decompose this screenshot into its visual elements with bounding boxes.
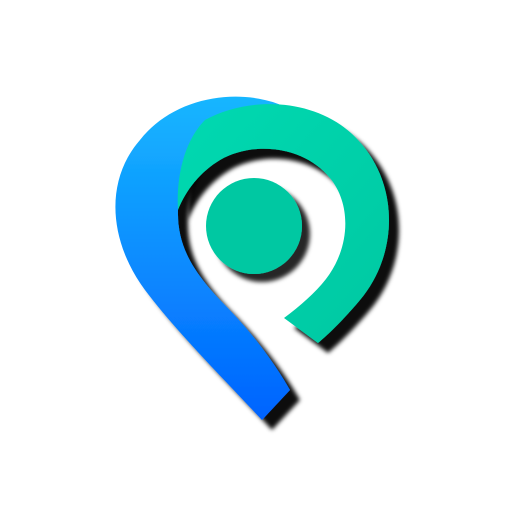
location-pin-logo-icon: [115, 96, 389, 420]
logo-canvas: [0, 0, 512, 512]
green-center-dot: [206, 178, 302, 274]
